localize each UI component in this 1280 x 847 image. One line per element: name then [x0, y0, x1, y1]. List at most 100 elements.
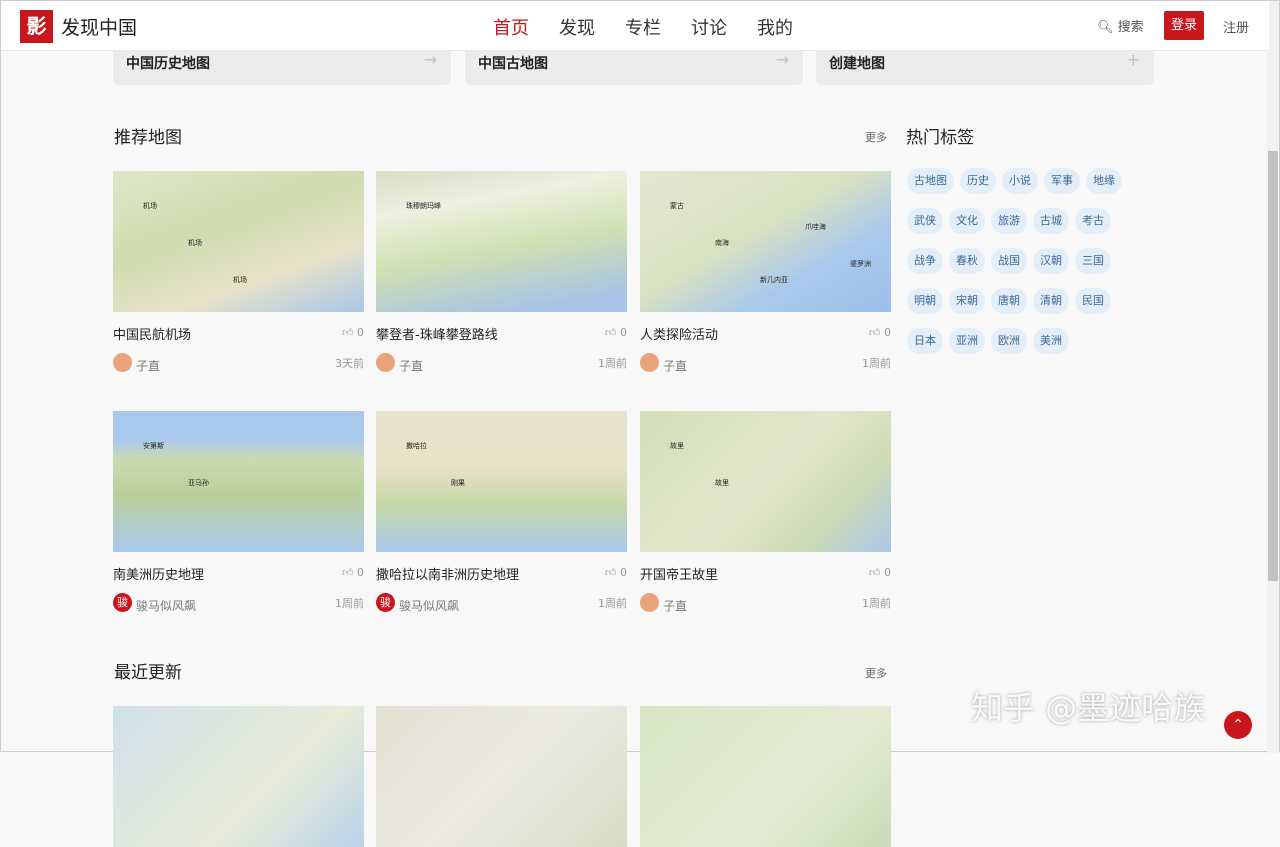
avatar[interactable] — [113, 353, 132, 372]
scrollbar[interactable] — [1267, 1, 1279, 753]
tag-chip[interactable]: 春秋 — [949, 248, 985, 274]
map-label: 亚马孙 — [188, 479, 209, 487]
recent-map-thumbnail[interactable] — [376, 706, 627, 847]
recommended-more-link[interactable]: 更多 — [865, 129, 887, 145]
map-title[interactable]: 开国帝王故里 — [640, 564, 718, 583]
tag-chip[interactable]: 小说 — [1002, 168, 1038, 194]
map-label: 爪哇海 — [805, 223, 826, 231]
tag-chip[interactable]: 古城 — [1033, 208, 1069, 234]
map-title[interactable]: 南美洲历史地理 — [113, 564, 204, 583]
register-link[interactable]: 注册 — [1223, 17, 1249, 36]
map-thumbnail[interactable]: 安第斯 亚马孙 — [113, 411, 364, 552]
like-value: 0 — [620, 566, 627, 579]
tag-chip[interactable]: 旅游 — [991, 208, 1027, 234]
recent-map-thumbnail[interactable] — [113, 706, 364, 847]
nav-columns[interactable]: 专栏 — [625, 14, 661, 40]
map-card[interactable]: 珠穆朗玛峰 攀登者-珠峰攀登路线 👍︎ 0 子直 1周前 — [376, 171, 627, 373]
like-value: 0 — [357, 326, 364, 339]
map-thumbnail[interactable]: 故里 故里 — [640, 411, 891, 552]
author-name[interactable]: 子直 — [136, 357, 160, 374]
tag-chip[interactable]: 战国 — [991, 248, 1027, 274]
like-count[interactable]: 👍︎ 0 — [869, 326, 891, 339]
search-label: 搜索 — [1117, 20, 1144, 35]
map-card[interactable]: 机场 机场 机场 中国民航机场 👍︎ 0 子直 3天前 — [113, 171, 364, 373]
tag-chip[interactable]: 军事 — [1044, 168, 1080, 194]
avatar[interactable] — [640, 593, 659, 612]
tag-chip[interactable]: 日本 — [907, 328, 943, 354]
tag-chip[interactable]: 清朝 — [1033, 288, 1069, 314]
login-button[interactable]: 登录 — [1164, 11, 1204, 40]
timestamp: 1周前 — [598, 597, 627, 610]
map-label: 撒哈拉 — [406, 442, 427, 450]
author-name[interactable]: 骏马似风飙 — [136, 597, 196, 614]
tag-chip[interactable]: 唐朝 — [991, 288, 1027, 314]
tag-chip[interactable]: 武侠 — [907, 208, 943, 234]
tag-chip[interactable]: 考古 — [1075, 208, 1111, 234]
nav-discuss[interactable]: 讨论 — [691, 14, 727, 40]
tag-list: 古地图 历史 小说 军事 地缘武侠 文化 旅游 古城 考古战争 春秋 战国 汉朝 三国明朝 宋朝 唐朝 清朝民… — [907, 168, 1147, 354]
map-label: 故里 — [670, 442, 684, 450]
scrollbar-thumb[interactable] — [1268, 151, 1278, 581]
map-label: 机场 — [143, 202, 157, 210]
thumbs-up-icon: 👍︎ — [605, 326, 617, 339]
like-count[interactable]: 👍︎ 0 — [342, 566, 364, 579]
search-icon: 🔍︎ — [1097, 20, 1114, 35]
avatar[interactable] — [640, 353, 659, 372]
author-name[interactable]: 骏马似风飙 — [399, 597, 459, 614]
like-count[interactable]: 👍︎ 0 — [342, 326, 364, 339]
nav-discover[interactable]: 发现 — [559, 14, 595, 40]
map-thumbnail[interactable]: 机场 机场 机场 — [113, 171, 364, 312]
tag-chip[interactable]: 战争 — [907, 248, 943, 274]
brand-name[interactable]: 发现中国 — [61, 13, 137, 40]
author-name[interactable]: 子直 — [663, 357, 687, 374]
map-thumbnail[interactable]: 撒哈拉 刚果 — [376, 411, 627, 552]
like-count[interactable]: 👍︎ 0 — [605, 566, 627, 579]
avatar[interactable] — [376, 353, 395, 372]
nav-home[interactable]: 首页 — [493, 14, 529, 40]
tag-chip[interactable]: 欧洲 — [991, 328, 1027, 354]
like-count[interactable]: 👍︎ 0 — [869, 566, 891, 579]
map-label: 新几内亚 — [760, 276, 788, 284]
map-card[interactable]: 安第斯 亚马孙 南美洲历史地理 👍︎ 0 骏 骏马似风飙 1周前 — [113, 411, 364, 613]
map-title[interactable]: 中国民航机场 — [113, 324, 191, 343]
site-logo[interactable]: 影 — [20, 10, 53, 43]
map-card[interactable]: 撒哈拉 刚果 撒哈拉以南非洲历史地理 👍︎ 0 骏 骏马似风飙 1周前 — [376, 411, 627, 613]
thumbs-up-icon: 👍︎ — [342, 326, 354, 339]
timestamp: 1周前 — [862, 597, 891, 610]
tag-chip[interactable]: 古地图 — [907, 168, 954, 194]
like-value: 0 — [884, 326, 891, 339]
thumbs-up-icon: 👍︎ — [869, 326, 881, 339]
map-thumbnail[interactable]: 蒙古 南海 新几内亚 爪哇海 婆罗洲 — [640, 171, 891, 312]
tag-chip[interactable]: 美洲 — [1033, 328, 1069, 354]
tag-chip[interactable]: 地缘 — [1086, 168, 1122, 194]
timestamp: 1周前 — [862, 357, 891, 370]
map-title[interactable]: 人类探险活动 — [640, 324, 718, 343]
back-to-top-button[interactable]: ⌃ — [1224, 711, 1252, 739]
tag-chip[interactable]: 宋朝 — [949, 288, 985, 314]
recent-map-thumbnail[interactable] — [640, 706, 891, 847]
avatar[interactable]: 骏 — [376, 593, 395, 612]
plus-icon: + — [1126, 50, 1140, 69]
map-card[interactable]: 蒙古 南海 新几内亚 爪哇海 婆罗洲 人类探险活动 👍︎ 0 子直 1周前 — [640, 171, 891, 373]
timestamp: 3天前 — [335, 357, 364, 370]
author-name[interactable]: 子直 — [663, 597, 687, 614]
tag-chip[interactable]: 亚洲 — [949, 328, 985, 354]
map-title[interactable]: 撒哈拉以南非洲历史地理 — [376, 564, 519, 583]
author-name[interactable]: 子直 — [399, 357, 423, 374]
map-label: 蒙古 — [670, 202, 684, 210]
nav-mine[interactable]: 我的 — [757, 14, 793, 40]
tag-chip[interactable]: 民国 — [1075, 288, 1111, 314]
recent-more-link[interactable]: 更多 — [865, 665, 887, 681]
map-title[interactable]: 攀登者-珠峰攀登路线 — [376, 324, 498, 343]
tag-chip[interactable]: 明朝 — [907, 288, 943, 314]
tag-chip[interactable]: 文化 — [949, 208, 985, 234]
avatar[interactable]: 骏 — [113, 593, 132, 612]
like-value: 0 — [620, 326, 627, 339]
like-count[interactable]: 👍︎ 0 — [605, 326, 627, 339]
search-button[interactable]: 🔍︎ 搜索 — [1097, 16, 1144, 35]
map-thumbnail[interactable]: 珠穆朗玛峰 — [376, 171, 627, 312]
tag-chip[interactable]: 三国 — [1075, 248, 1111, 274]
tag-chip[interactable]: 历史 — [960, 168, 996, 194]
map-card[interactable]: 故里 故里 开国帝王故里 👍︎ 0 子直 1周前 — [640, 411, 891, 613]
tag-chip[interactable]: 汉朝 — [1033, 248, 1069, 274]
